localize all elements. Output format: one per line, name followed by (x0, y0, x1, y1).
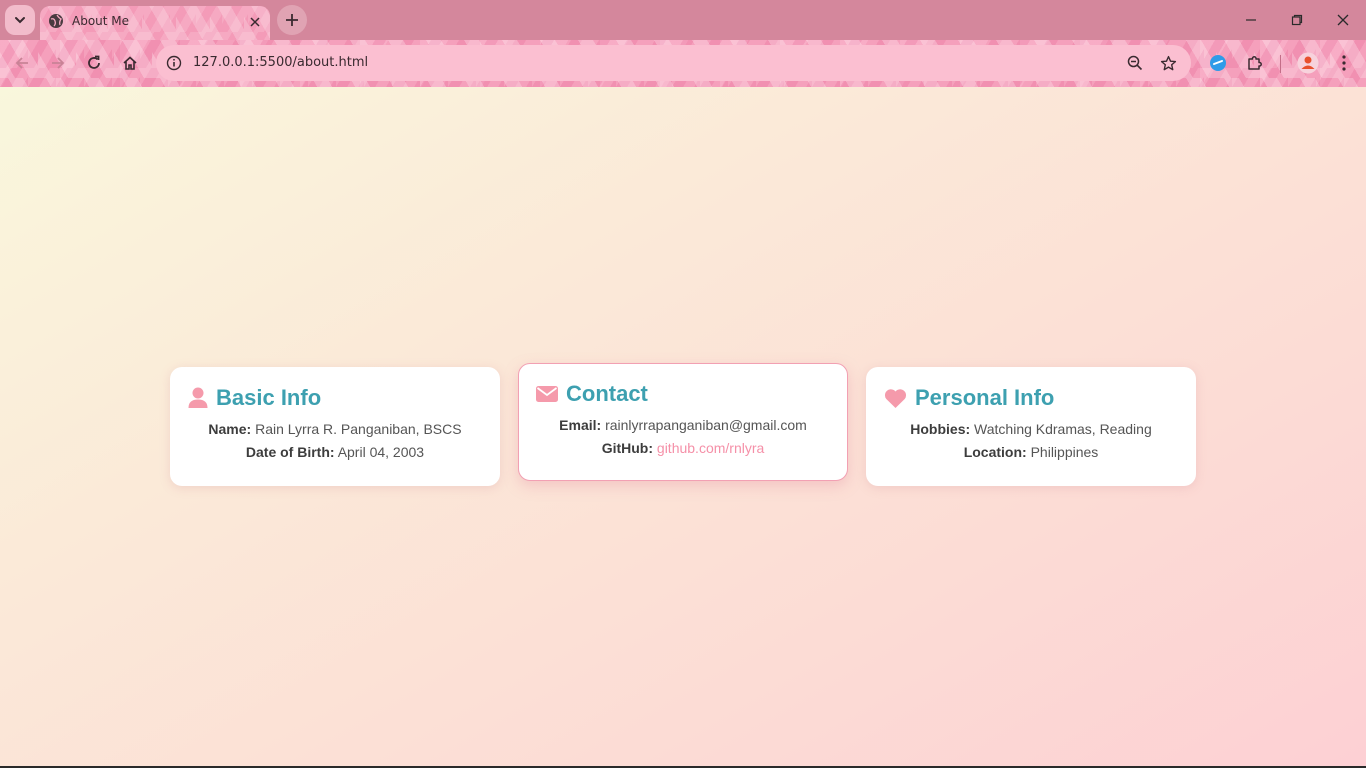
info-icon (166, 55, 182, 71)
reload-icon (88, 55, 100, 69)
card-title: Basic Info (216, 385, 322, 410)
card-header: Basic Info (188, 385, 321, 411)
toolbar-divider (1280, 55, 1281, 73)
name-value: Rain Lyrra R. Panganiban, BSCS (255, 421, 462, 437)
arrow-right-icon (52, 57, 65, 69)
forward-button[interactable] (44, 49, 72, 77)
globe-icon (49, 14, 63, 28)
bookmark-button[interactable] (1158, 53, 1178, 73)
hobbies-label: Hobbies: (910, 421, 971, 437)
github-label: GitHub: (601, 440, 654, 456)
extensions-menu-button[interactable] (1243, 51, 1267, 75)
email-value: rainlyrrapanganiban@gmail.com (605, 417, 807, 433)
puzzle-icon (1248, 56, 1262, 70)
card-header: Contact (536, 381, 648, 407)
tab-search-button[interactable] (5, 5, 35, 35)
address-bar[interactable]: 127.0.0.1:5500/about.html (156, 45, 1191, 81)
browser-toolbar: 127.0.0.1:5500/about.html (0, 40, 1366, 87)
user-icon (188, 387, 208, 408)
name-row: Name: Rain Lyrra R. Panganiban, BSCS (170, 418, 500, 441)
kebab-menu-icon (1342, 55, 1346, 71)
star-icon (1160, 55, 1176, 70)
chevron-down-icon (15, 17, 25, 24)
close-window-button[interactable] (1328, 6, 1358, 34)
close-icon (250, 17, 260, 27)
card-content: Email: rainlyrrapanganiban@gmail.com Git… (519, 414, 847, 460)
card-content: Hobbies: Watching Kdramas, Reading Locat… (866, 418, 1196, 464)
minimize-icon (1246, 19, 1256, 21)
email-label: Email: (559, 417, 602, 433)
arrow-left-icon (15, 57, 28, 69)
dob-row: Date of Birth: April 04, 2003 (170, 441, 500, 464)
heart-icon (884, 388, 907, 408)
reload-button[interactable] (80, 49, 108, 77)
site-info-button[interactable] (164, 53, 184, 73)
name-label: Name: (208, 421, 252, 437)
home-button[interactable] (116, 49, 144, 77)
close-tab-button[interactable] (246, 13, 264, 31)
location-label: Location: (963, 444, 1027, 460)
basic-info-card: Basic Info Name: Rain Lyrra R. Panganiba… (170, 367, 500, 486)
plus-icon (286, 14, 298, 26)
browser-menu-button[interactable] (1332, 51, 1356, 75)
email-row: Email: rainlyrrapanganiban@gmail.com (519, 414, 847, 437)
url-text[interactable]: 127.0.0.1:5500/about.html (193, 55, 368, 70)
location-value: Philippines (1030, 444, 1099, 460)
dob-value: April 04, 2003 (337, 444, 425, 460)
personal-info-card: Personal Info Hobbies: Watching Kdramas,… (866, 367, 1196, 486)
hobbies-value: Watching Kdramas, Reading (974, 421, 1152, 437)
zoom-out-icon (1127, 55, 1143, 71)
tab-title: About Me (72, 14, 130, 28)
hobbies-row: Hobbies: Watching Kdramas, Reading (866, 418, 1196, 441)
card-title: Contact (566, 381, 648, 406)
avatar-icon (1297, 52, 1319, 74)
back-button[interactable] (8, 49, 36, 77)
card-content: Name: Rain Lyrra R. Panganiban, BSCS Dat… (170, 418, 500, 464)
extension-button[interactable] (1206, 51, 1230, 75)
page-body: Basic Info Name: Rain Lyrra R. Panganiba… (0, 87, 1366, 766)
new-tab-button[interactable] (277, 5, 307, 35)
card-header: Personal Info (884, 385, 1054, 411)
profile-button[interactable] (1296, 51, 1320, 75)
close-icon (1337, 14, 1349, 26)
tab-about-me[interactable]: About Me (40, 6, 270, 40)
zoom-button[interactable] (1125, 53, 1145, 73)
home-icon (123, 56, 137, 70)
blue-circle-extension-icon (1210, 55, 1226, 71)
contact-card: Contact Email: rainlyrrapanganiban@gmail… (518, 363, 848, 481)
envelope-icon (536, 386, 558, 402)
card-title: Personal Info (915, 385, 1055, 410)
github-link[interactable]: github.com/rnlyra (657, 440, 764, 456)
restore-button[interactable] (1282, 6, 1312, 34)
location-row: Location: Philippines (866, 441, 1196, 464)
tab-strip: About Me (0, 0, 1366, 40)
dob-label: Date of Birth: (245, 444, 335, 460)
minimize-button[interactable] (1236, 6, 1266, 34)
github-row: GitHub: github.com/rnlyra (519, 437, 847, 460)
restore-icon (1291, 14, 1303, 26)
